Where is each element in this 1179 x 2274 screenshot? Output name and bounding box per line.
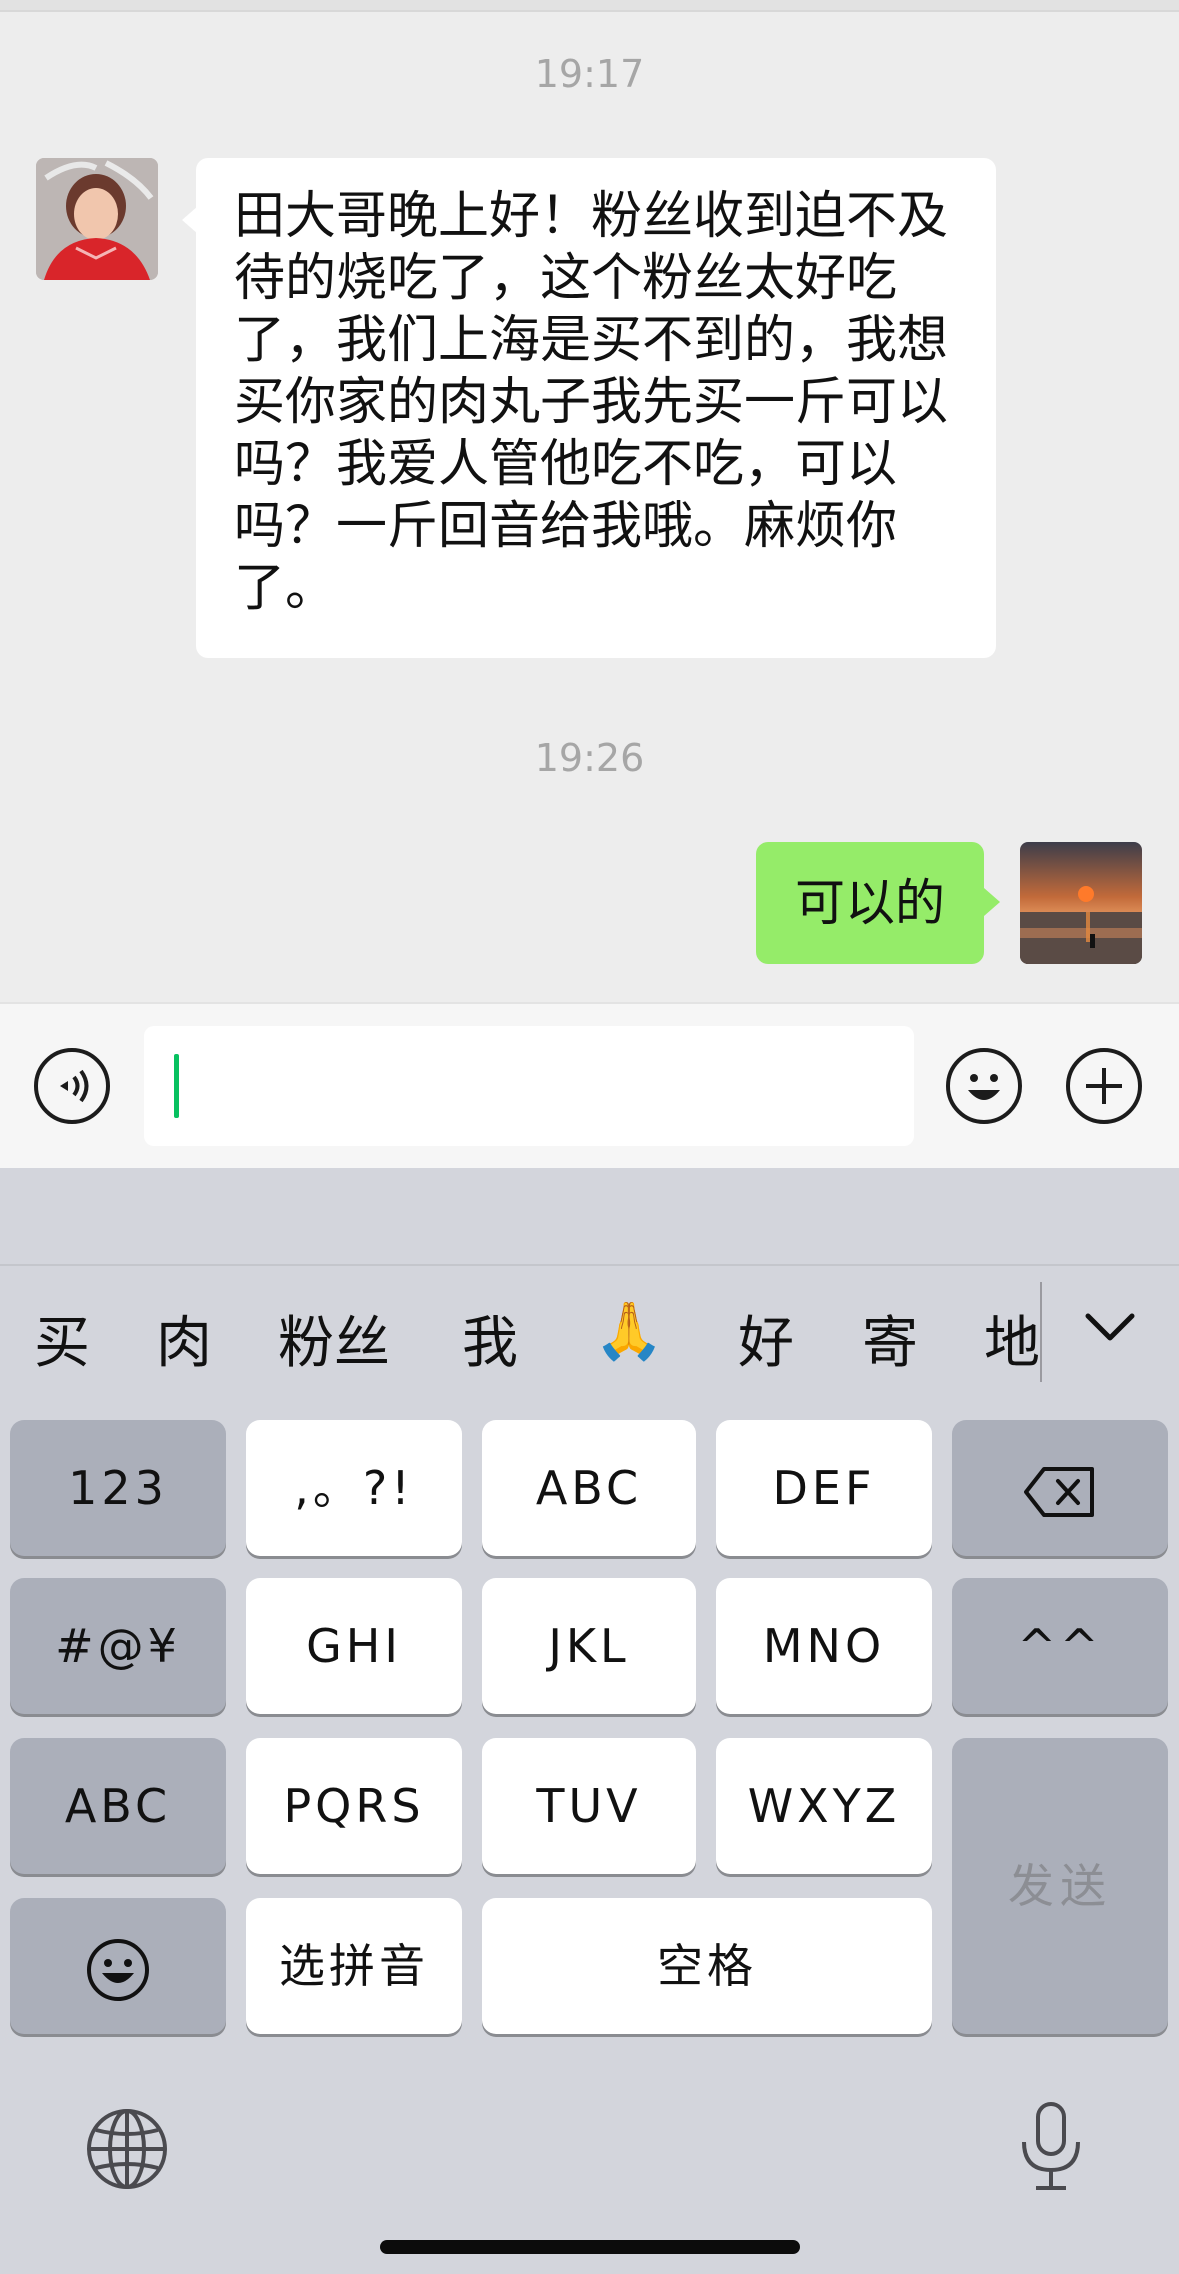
user-avatar[interactable] — [1020, 842, 1142, 964]
send-button[interactable]: 发送 — [952, 1738, 1168, 2034]
key-symbols[interactable]: #@¥ — [10, 1578, 226, 1714]
key-ghi[interactable]: GHI — [246, 1578, 462, 1714]
key-abc-switch[interactable]: ABC — [10, 1738, 226, 1874]
key-tuv[interactable]: TUV — [482, 1738, 696, 1874]
candidate-word[interactable]: 买 — [34, 1298, 90, 1379]
key-jkl[interactable]: JKL — [482, 1578, 696, 1714]
candidate-word[interactable]: 我 — [462, 1298, 518, 1379]
key-punctuation[interactable]: ,。?! — [246, 1420, 462, 1556]
candidate-bar-divider — [0, 1264, 1179, 1266]
keyboard: 买 肉 粉丝 我 🙏 好 寄 地 123 ,。?! ABC DEF #@¥ GH… — [0, 1168, 1179, 2274]
home-indicator[interactable] — [380, 2240, 800, 2254]
candidate-word[interactable]: 寄 — [862, 1298, 918, 1379]
timestamp: 19:17 — [534, 52, 645, 96]
key-pqrs[interactable]: PQRS — [246, 1738, 462, 1874]
emoji-icon[interactable] — [946, 1048, 1022, 1124]
candidate-word[interactable]: 好 — [738, 1298, 794, 1379]
timestamp: 19:26 — [534, 736, 645, 780]
emoji-key[interactable] — [10, 1898, 226, 2034]
key-123[interactable]: 123 — [10, 1420, 226, 1556]
message-input-bar — [0, 1002, 1179, 1170]
plus-icon[interactable] — [1066, 1048, 1142, 1124]
text-caret — [174, 1054, 179, 1118]
outgoing-message-bubble[interactable]: 可以的 — [756, 842, 1000, 964]
candidate-separator — [1040, 1282, 1042, 1382]
candidate-word[interactable]: 粉丝 — [278, 1298, 390, 1379]
backspace-icon — [1024, 1465, 1096, 1519]
candidate-emoji-text: 🙏 — [594, 1299, 664, 1364]
key-mno[interactable]: MNO — [716, 1578, 932, 1714]
message-input[interactable] — [144, 1026, 914, 1146]
backspace-key[interactable] — [952, 1420, 1168, 1556]
key-abc[interactable]: ABC — [482, 1420, 696, 1556]
emoji-icon — [85, 1937, 151, 2003]
chevron-down-icon[interactable] — [1080, 1308, 1140, 1352]
key-select-pinyin[interactable]: 选拼音 — [246, 1898, 462, 2034]
contact-avatar[interactable] — [36, 158, 158, 280]
incoming-message-bubble[interactable]: 田大哥晚上好！粉丝收到迫不及 待的烧吃了，这个粉丝太好吃 了，我们上海是买不到的… — [182, 158, 996, 658]
key-emoticon[interactable]: ^^ — [952, 1578, 1168, 1714]
globe-icon[interactable] — [84, 2106, 170, 2196]
key-def[interactable]: DEF — [716, 1420, 932, 1556]
voice-icon[interactable] — [34, 1048, 110, 1124]
microphone-icon[interactable] — [1016, 2100, 1086, 2200]
candidate-emoji[interactable]: 🙏 — [594, 1298, 664, 1364]
key-wxyz[interactable]: WXYZ — [716, 1738, 932, 1874]
candidate-word[interactable]: 地 — [984, 1298, 1040, 1379]
candidate-word[interactable]: 肉 — [156, 1298, 212, 1379]
space-key[interactable]: 空格 — [482, 1898, 932, 2034]
top-divider — [0, 0, 1179, 12]
